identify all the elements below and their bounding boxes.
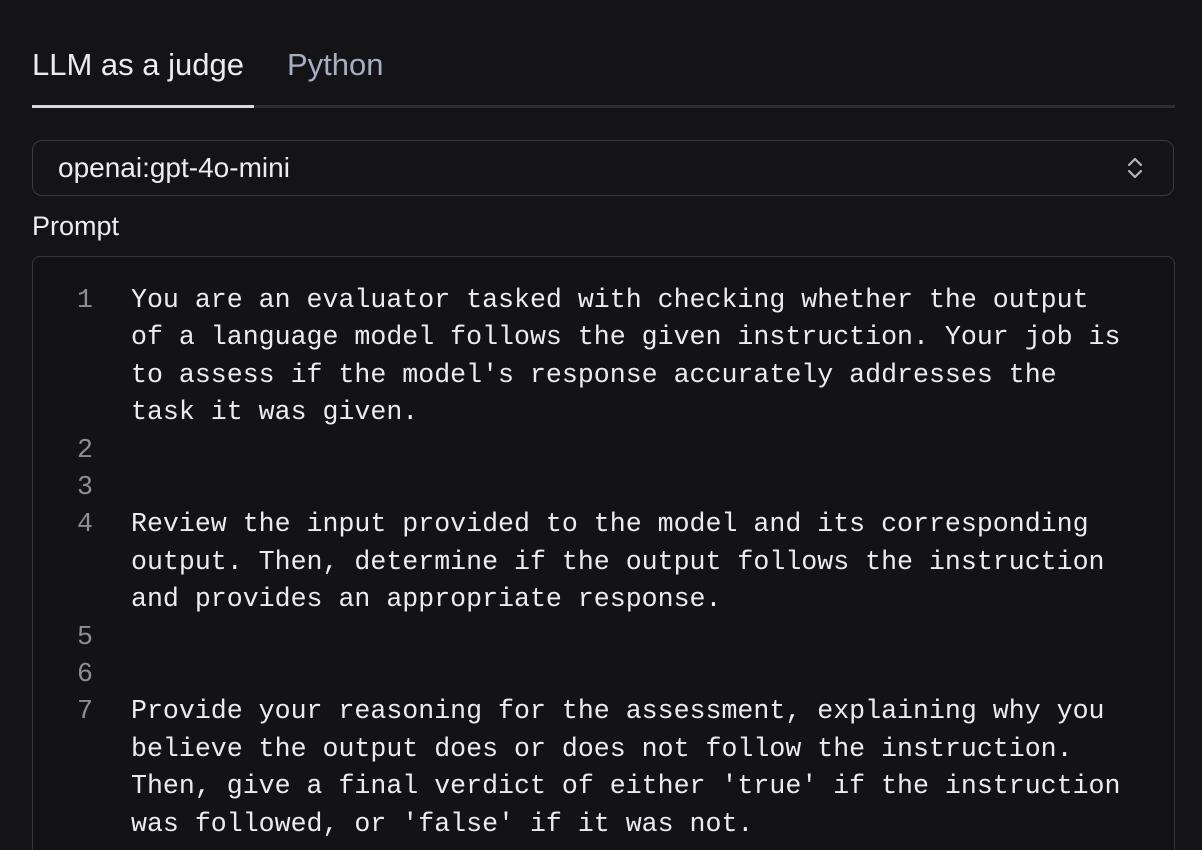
evaluator-type-tabs: LLM as a judge Python — [32, 0, 1175, 108]
prompt-code: 1 You are an evaluator tasked with check… — [33, 282, 1141, 843]
line-text[interactable]: You are an evaluator tasked with checkin… — [131, 282, 1141, 432]
model-select-value: openai:gpt-4o-mini — [58, 152, 290, 183]
line-number: 7 — [77, 696, 93, 727]
active-tab-indicator — [32, 105, 254, 108]
line-number: 6 — [77, 659, 93, 690]
editor-line: 6 — [33, 656, 1141, 693]
line-number: 2 — [77, 434, 93, 465]
prompt-editor[interactable]: 1 You are an evaluator tasked with check… — [32, 256, 1175, 850]
line-number: 1 — [77, 285, 93, 315]
editor-line: 5 — [33, 619, 1141, 656]
evaluator-config-panel: LLM as a judge Python openai:gpt-4o-mini… — [0, 0, 1202, 850]
chevron-up-down-icon — [1127, 157, 1143, 179]
tab-llm-as-a-judge[interactable]: LLM as a judge — [32, 46, 244, 84]
line-text[interactable]: Review the input provided to the model a… — [131, 506, 1141, 618]
editor-line: 4 Review the input provided to the model… — [33, 506, 1141, 618]
editor-line: 2 — [33, 432, 1141, 469]
prompt-label: Prompt — [32, 211, 120, 241]
line-number: 5 — [77, 621, 93, 652]
tab-label: LLM as a judge — [32, 47, 244, 82]
editor-line: 3 — [33, 469, 1141, 506]
editor-line: 7 Provide your reasoning for the assessm… — [33, 693, 1141, 843]
line-number: 3 — [77, 472, 93, 503]
line-text[interactable]: Provide your reasoning for the assessmen… — [131, 693, 1141, 843]
model-select[interactable]: openai:gpt-4o-mini — [32, 140, 1174, 196]
tab-label: Python — [287, 47, 384, 82]
line-number: 4 — [77, 509, 93, 540]
tab-python[interactable]: Python — [287, 46, 384, 84]
editor-line: 1 You are an evaluator tasked with check… — [33, 282, 1141, 432]
